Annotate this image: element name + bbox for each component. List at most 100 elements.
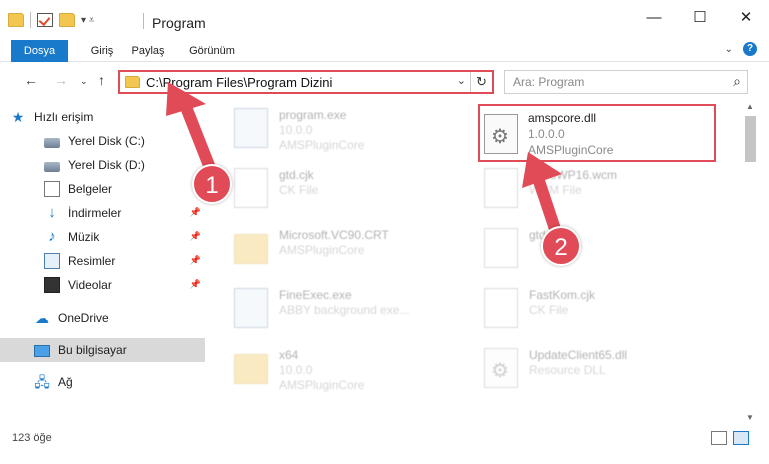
tab-view[interactable]: Görünüm: [186, 40, 238, 62]
annotation-badge-1: 1: [192, 164, 232, 204]
file-item[interactable]: program.exe 10.0.0 AMSPluginCore: [212, 102, 452, 157]
pin-icon[interactable]: 📌: [190, 231, 201, 242]
separator: [30, 12, 31, 28]
file-item[interactable]: gtd.cjk CK File: [212, 162, 452, 217]
file-icon: [484, 168, 518, 208]
forward-arrow-icon[interactable]: →: [54, 72, 68, 88]
maximize-button[interactable]: ☐: [677, 0, 723, 34]
sidebar-item-pictures[interactable]: Resimler 📌: [0, 249, 205, 273]
chevron-down-icon[interactable]: ⌄: [457, 74, 466, 87]
file-item[interactable]: FastKom.cjk CK File: [462, 282, 702, 337]
sidebar-item-this-pc[interactable]: Bu bilgisayar: [0, 338, 205, 362]
tab-share[interactable]: Paylaş: [128, 40, 168, 62]
quick-access-toolbar: ▾ ⩡: [8, 12, 94, 28]
file-item[interactable]: HelloWP16.wcm WCM File: [462, 162, 702, 217]
close-button[interactable]: ✕: [723, 0, 769, 34]
tiles-view-icon[interactable]: [733, 431, 749, 445]
dll-file-icon: ⚙: [484, 114, 518, 154]
scroll-down-icon[interactable]: ▼: [746, 413, 754, 422]
sidebar-item-music[interactable]: ♪ Müzik 📌: [0, 225, 205, 249]
tab-home[interactable]: Giriş: [82, 40, 122, 62]
file-name: UpdateClient65.dll: [529, 348, 628, 362]
file-description: AMSPluginCore: [528, 143, 614, 157]
file-type: AMSPluginCore: [279, 243, 365, 257]
pin-icon[interactable]: 📌: [190, 255, 201, 266]
tab-file[interactable]: Dosya: [11, 40, 68, 62]
folder-icon: [125, 76, 140, 88]
customize-toolbar-icon[interactable]: ▾ ⩡: [81, 15, 94, 26]
file-name: program.exe: [279, 108, 347, 122]
address-bar[interactable]: C:\Program Files\Program Dizini ⌄ ↻: [118, 70, 494, 94]
scroll-thumb[interactable]: [745, 116, 756, 162]
sidebar-item-label: Resimler: [68, 254, 116, 268]
file-version: 1.0.0.0: [528, 127, 565, 141]
folder-icon: [234, 354, 268, 384]
executable-icon: [234, 288, 268, 328]
expand-ribbon-icon[interactable]: ⌄: [725, 44, 733, 55]
file-name: FineExec.exe: [279, 288, 352, 302]
file-item[interactable]: x64 10.0.0 AMSPluginCore: [212, 342, 452, 397]
new-folder-icon[interactable]: [59, 13, 75, 27]
file-name: Microsoft.VC90.CRT: [279, 228, 389, 242]
sidebar-item-disk-d[interactable]: Yerel Disk (D:): [0, 153, 205, 177]
sidebar-item-downloads[interactable]: ↓ İndirmeler 📌: [0, 201, 205, 225]
up-arrow-icon[interactable]: ↑: [98, 72, 105, 88]
search-icon[interactable]: ⌕: [733, 73, 741, 90]
address-path[interactable]: C:\Program Files\Program Dizini: [146, 75, 332, 90]
vertical-scrollbar[interactable]: ▲ ▼: [742, 100, 759, 424]
file-type: Resource DLL: [529, 363, 606, 377]
sidebar-item-label: OneDrive: [58, 311, 109, 325]
sidebar-item-documents[interactable]: Belgeler: [0, 177, 205, 201]
sidebar-item-onedrive[interactable]: ☁ OneDrive: [0, 306, 205, 330]
annotation-badge-2: 2: [541, 226, 581, 266]
sidebar-item-disk-c[interactable]: Yerel Disk (C:): [0, 129, 205, 153]
window-controls: — ☐ ✕: [631, 0, 769, 34]
pin-icon[interactable]: 📌: [190, 207, 201, 218]
file-name: gtd.cjk: [279, 168, 314, 182]
file-description: AMSPluginCore: [279, 138, 365, 152]
file-item-amspcore[interactable]: ⚙ amspcore.dll 1.0.0.0 AMSPluginCore: [478, 104, 716, 162]
sidebar-item-label: Yerel Disk (C:): [68, 134, 145, 148]
gear-icon: ⚙: [491, 126, 509, 148]
disk-icon: [44, 137, 60, 148]
recent-chevron-icon[interactable]: ⌄: [80, 76, 88, 87]
help-icon[interactable]: ?: [743, 42, 757, 56]
window-title: Program: [152, 15, 206, 31]
details-view-icon[interactable]: [711, 431, 727, 445]
gear-icon: ⚙: [491, 360, 509, 382]
file-item[interactable]: Microsoft.VC90.CRT AMSPluginCore: [212, 222, 452, 277]
file-name: amspcore.dll: [528, 111, 597, 125]
sidebar-item-label: Ağ: [58, 375, 73, 389]
sidebar-item-videos[interactable]: Videolar 📌: [0, 273, 205, 297]
refresh-icon[interactable]: ↻: [470, 72, 492, 92]
properties-icon[interactable]: [37, 13, 53, 27]
ribbon-right: ⌄ ?: [725, 42, 757, 56]
file-icon: [234, 168, 268, 208]
sidebar-item-label: Hızlı erişim: [34, 110, 94, 124]
pin-icon[interactable]: 📌: [190, 279, 201, 290]
file-item[interactable]: FineExec.exe ABBY background exe...: [212, 282, 452, 337]
file-item[interactable]: ⚙ UpdateClient65.dll Resource DLL: [462, 342, 702, 397]
separator: [143, 13, 144, 29]
file-type: CK File: [279, 183, 319, 197]
navigation-pane: ★ Hızlı erişim Yerel Disk (C:) Yerel Dis…: [0, 100, 205, 424]
scroll-up-icon[interactable]: ▲: [746, 102, 754, 111]
file-version: 10.0.0: [279, 123, 313, 137]
search-input[interactable]: Ara: Program ⌕: [504, 70, 748, 94]
folder-icon: [8, 13, 24, 27]
sidebar-item-network[interactable]: 🖧 Ağ: [0, 370, 205, 394]
back-arrow-icon[interactable]: ←: [24, 72, 38, 88]
sidebar-item-quick-access[interactable]: ★ Hızlı erişim: [0, 105, 205, 129]
music-icon: ♪: [48, 228, 56, 245]
ribbon: Dosya Giriş Paylaş Görünüm ⌄ ?: [0, 40, 769, 62]
file-type: WCM File: [529, 183, 582, 197]
file-name: x64: [279, 348, 299, 362]
sidebar-item-label: Müzik: [68, 230, 100, 244]
sidebar-item-label: Belgeler: [68, 182, 113, 196]
minimize-button[interactable]: —: [631, 0, 677, 34]
search-placeholder: Ara: Program: [513, 75, 585, 89]
cloud-icon: ☁: [35, 310, 49, 326]
folder-icon: [234, 234, 268, 264]
file-item[interactable]: gtd...: [462, 222, 702, 277]
file-icon: [484, 288, 518, 328]
